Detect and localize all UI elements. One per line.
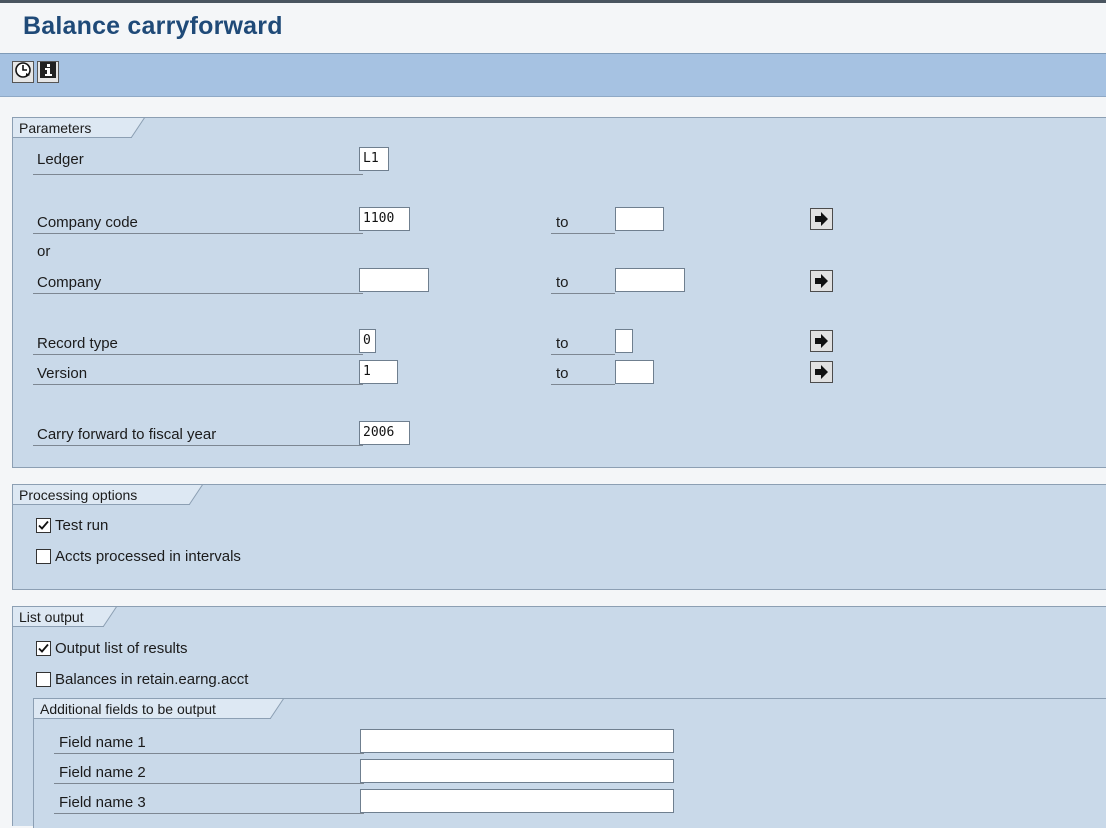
company-code-underline (33, 233, 363, 234)
processing-options-group: Processing options Test run Accts proces… (12, 484, 1106, 590)
parameters-group: Parameters Ledger L1 Company code 1100 t… (12, 117, 1106, 468)
field-name-1-label: Field name 1 (59, 734, 146, 751)
checkmark-icon (38, 643, 49, 653)
record-type-to-underline (551, 354, 615, 355)
program-info-button[interactable] (37, 61, 59, 83)
arrow-right-icon (815, 274, 828, 288)
info-icon (39, 61, 57, 83)
tab-slant (131, 117, 145, 138)
fiscal-year-input[interactable]: 2006 (359, 421, 410, 445)
version-to-label: to (556, 365, 569, 382)
retain-earnings-label: Balances in retain.earng.acct (55, 671, 249, 688)
company-code-from-input[interactable]: 1100 (359, 207, 410, 231)
company-to-underline (551, 293, 615, 294)
clock-execute-icon (14, 61, 32, 83)
processing-options-group-title: Processing options (12, 484, 190, 505)
company-code-to-label: to (556, 214, 569, 231)
page-title: Balance carryforward (23, 12, 283, 40)
company-code-label: Company code (37, 214, 138, 231)
field-name-2-input[interactable] (360, 759, 674, 783)
additional-fields-group: Additional fields to be output Field nam… (33, 698, 1106, 828)
version-label: Version (37, 365, 88, 382)
field-name-3-input[interactable] (360, 789, 674, 813)
record-type-label: Record type (37, 335, 118, 352)
parameters-group-title: Parameters (12, 117, 132, 138)
or-label: or (37, 243, 51, 260)
field-name-1-underline (54, 753, 364, 754)
record-type-to-label: to (556, 335, 569, 352)
field-name-2-underline (54, 783, 364, 784)
company-code-multiple-selection-button[interactable] (810, 208, 833, 230)
arrow-right-icon (815, 365, 828, 379)
checkmark-icon (38, 520, 49, 530)
version-to-input[interactable] (615, 360, 654, 384)
test-run-checkbox[interactable] (36, 518, 51, 533)
field-name-3-underline (54, 813, 364, 814)
company-to-label: to (556, 274, 569, 291)
record-type-underline (33, 354, 363, 355)
fiscal-year-label: Carry forward to fiscal year (37, 426, 217, 443)
version-multiple-selection-button[interactable] (810, 361, 833, 383)
application-toolbar (0, 54, 1106, 97)
tab-slant (189, 484, 203, 505)
version-underline (33, 384, 363, 385)
test-run-label: Test run (55, 517, 109, 534)
record-type-multiple-selection-button[interactable] (810, 330, 833, 352)
fiscal-year-underline (33, 445, 363, 446)
arrow-right-icon (815, 212, 828, 226)
ledger-label: Ledger (37, 151, 84, 168)
company-from-input[interactable] (359, 268, 429, 292)
additional-fields-group-title: Additional fields to be output (33, 698, 271, 719)
company-to-input[interactable] (615, 268, 685, 292)
field-name-3-label: Field name 3 (59, 794, 146, 811)
list-output-group-title: List output (12, 606, 104, 627)
accts-intervals-label: Accts processed in intervals (55, 548, 241, 565)
retain-earnings-checkbox[interactable] (36, 672, 51, 687)
company-code-to-input[interactable] (615, 207, 664, 231)
company-label: Company (37, 274, 102, 291)
ledger-input[interactable]: L1 (359, 147, 389, 171)
list-output-group: List output Output list of results Balan… (12, 606, 1106, 828)
field-name-1-input[interactable] (360, 729, 674, 753)
record-type-to-input[interactable] (615, 329, 633, 353)
field-name-2-label: Field name 2 (59, 764, 146, 781)
record-type-from-input[interactable]: 0 (359, 329, 376, 353)
output-results-label: Output list of results (55, 640, 188, 657)
company-underline (33, 293, 363, 294)
accts-intervals-checkbox[interactable] (36, 549, 51, 564)
version-from-input[interactable]: 1 (359, 360, 398, 384)
arrow-right-icon (815, 334, 828, 348)
tab-slant (103, 606, 117, 627)
output-results-checkbox[interactable] (36, 641, 51, 656)
company-multiple-selection-button[interactable] (810, 270, 833, 292)
ledger-underline (33, 174, 363, 175)
tab-slant (270, 698, 284, 719)
version-to-underline (551, 384, 615, 385)
company-code-to-underline (551, 233, 615, 234)
window-top-border (0, 0, 1106, 3)
execute-button[interactable] (12, 61, 34, 83)
